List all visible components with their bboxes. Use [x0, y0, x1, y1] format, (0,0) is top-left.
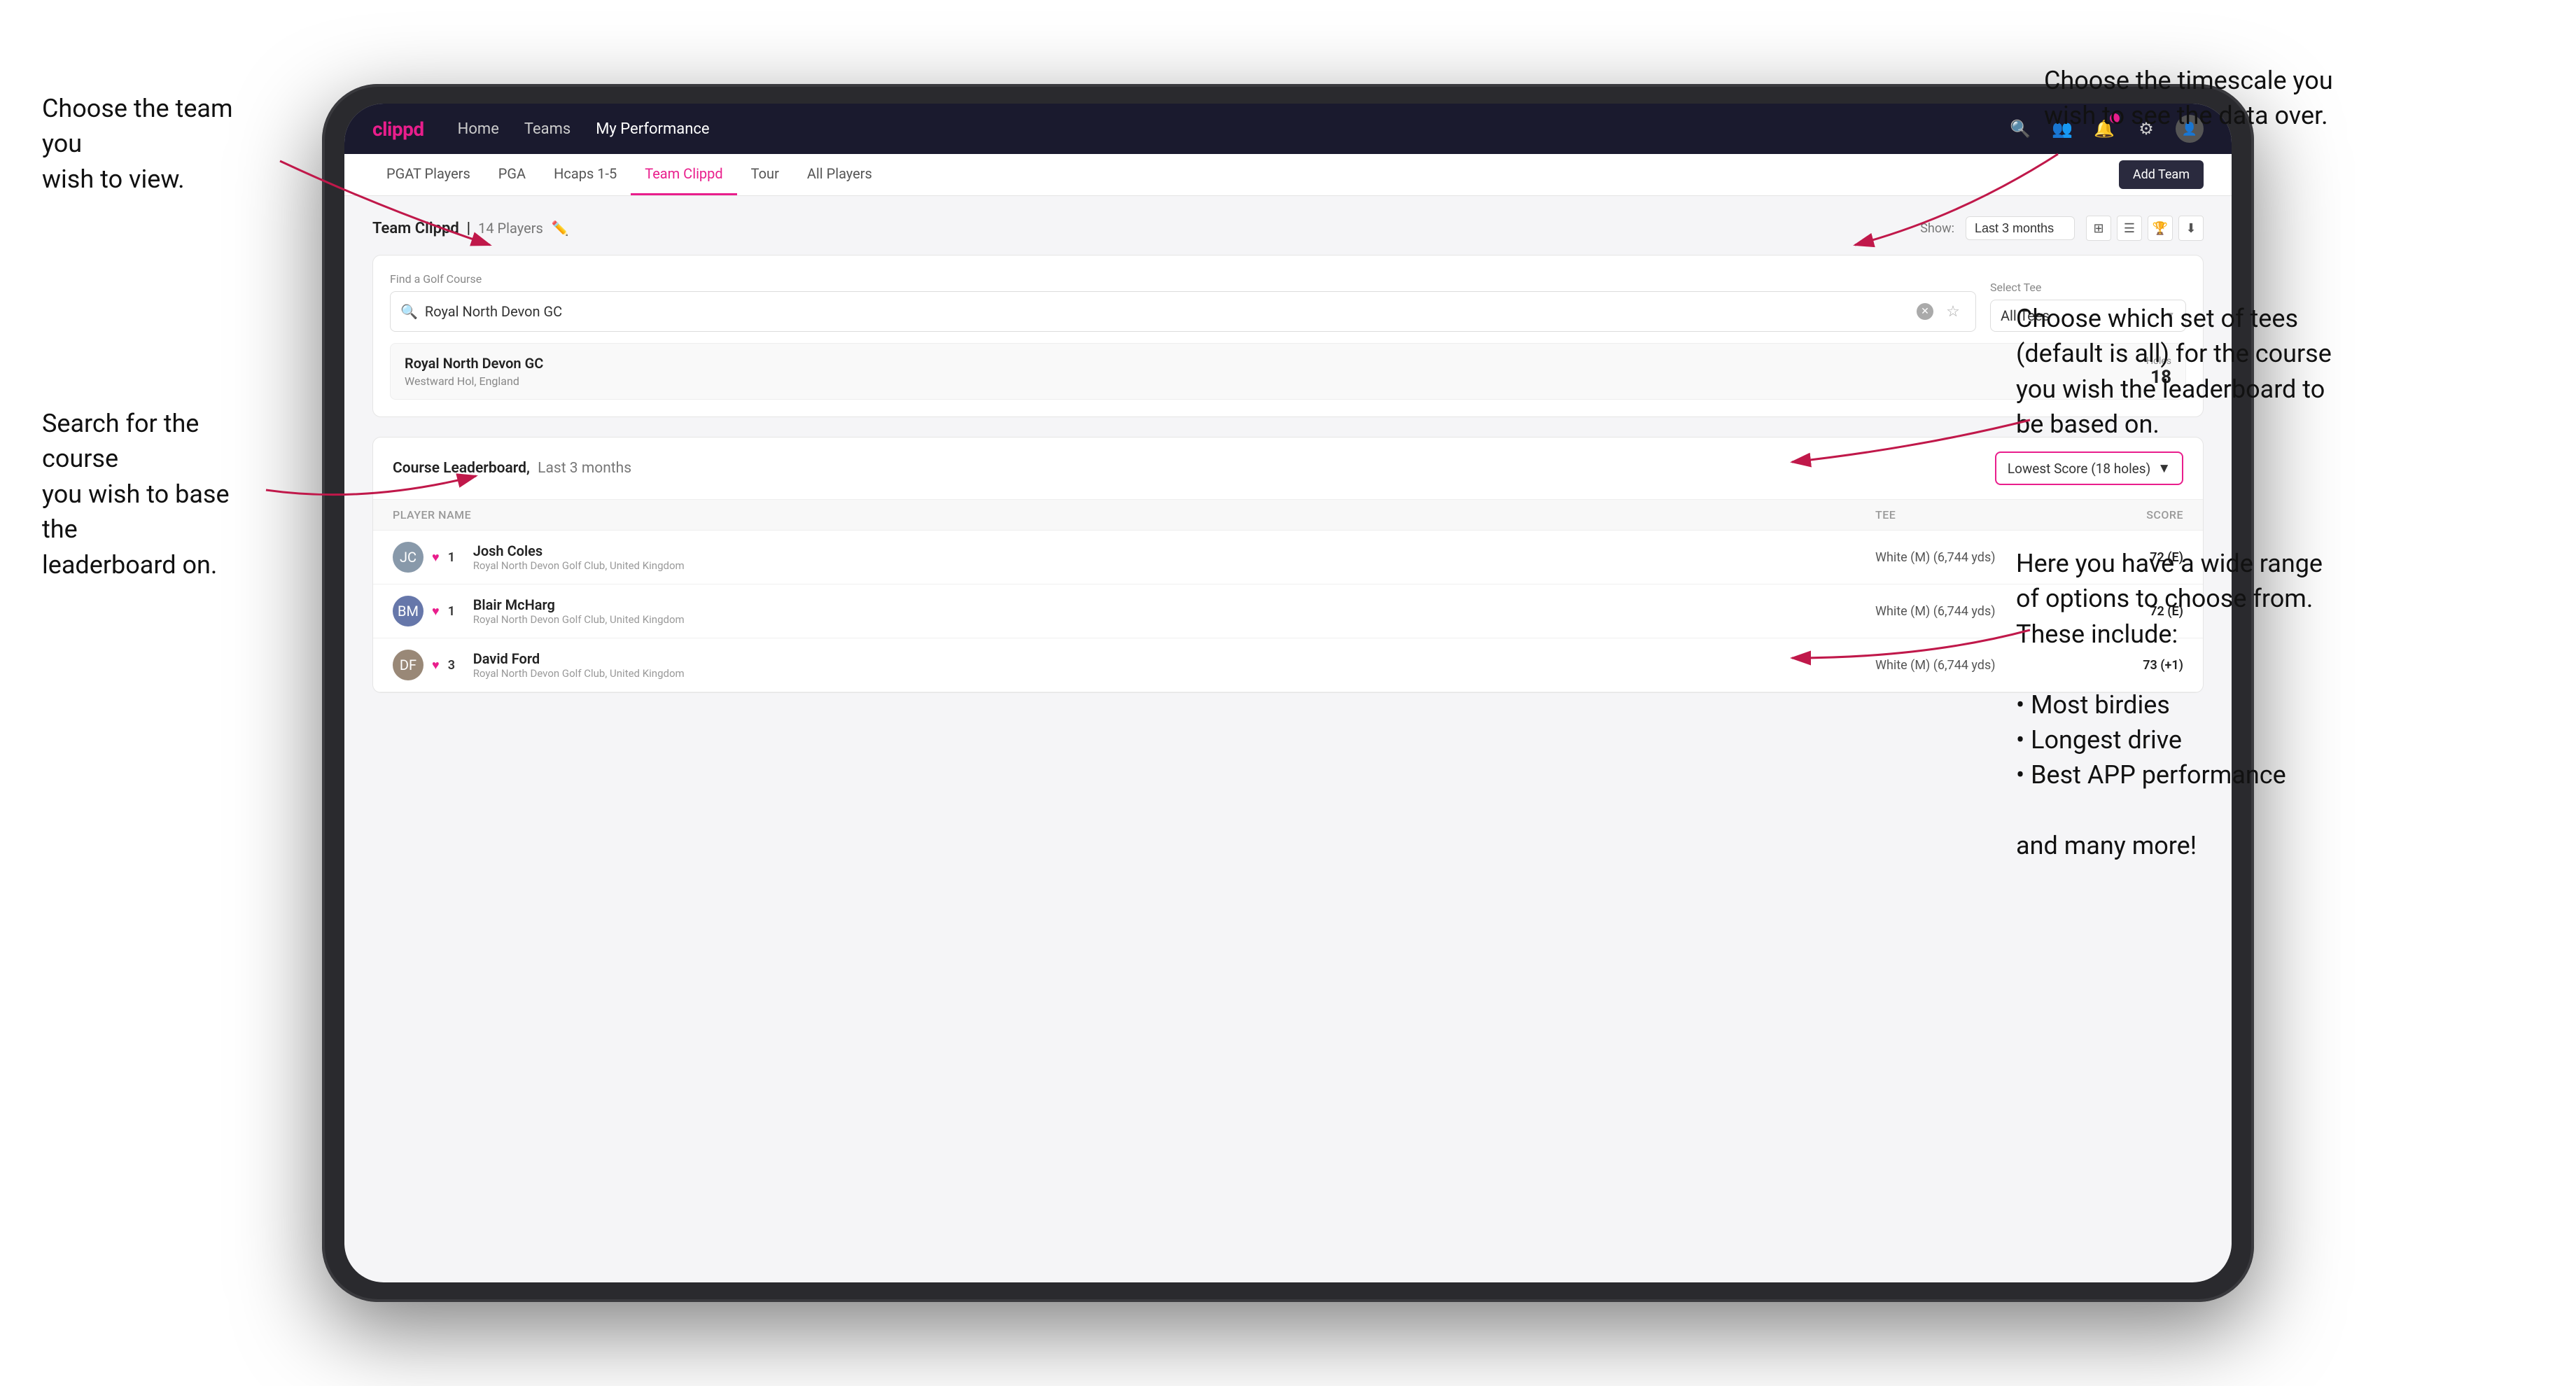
main-content: Team Clippd | 14 Players ✏️ Show: Last 3… — [344, 196, 2232, 1282]
col-score: SCORE — [2085, 508, 2183, 522]
team-name-label: Team Clippd | 14 Players — [372, 220, 543, 237]
course-result: Royal North Devon GC Westward Hol, Engla… — [390, 343, 2186, 400]
sub-nav-pga[interactable]: PGA — [484, 154, 540, 195]
team-header: Team Clippd | 14 Players ✏️ Show: Last 3… — [372, 216, 2204, 241]
team-controls: Show: Last 3 months Last month Last 6 mo… — [1920, 216, 2204, 241]
sub-nav-hcaps[interactable]: Hcaps 1-5 — [540, 154, 631, 195]
player-name-3: David Ford — [473, 650, 685, 667]
search-row: Find a Golf Course 🔍 Royal North Devon G… — [390, 272, 2186, 332]
heart-icon-2[interactable]: ♥ — [432, 604, 440, 619]
annotation-top-left: Choose the team youwish to view. — [42, 91, 266, 197]
add-team-button[interactable]: Add Team — [2119, 160, 2204, 189]
score-type-chevron: ▼ — [2157, 460, 2171, 477]
app-logo: clippd — [372, 118, 424, 141]
table-row: DF ♥ 3 David Ford Royal North Devon Golf… — [373, 638, 2203, 692]
show-label: Show: — [1920, 221, 1954, 236]
player-avatar-3: DF — [393, 650, 424, 680]
player-name-2: Blair McHarg — [473, 596, 685, 613]
nav-home[interactable]: Home — [458, 120, 499, 138]
search-inner-icon: 🔍 — [400, 303, 418, 320]
rank-1: 1 — [448, 550, 465, 565]
heart-icon-1[interactable]: ♥ — [432, 550, 440, 565]
annotation-top-right: Choose the timescale youwish to see the … — [2044, 63, 2333, 134]
rank-2: 1 — [448, 604, 465, 619]
annotation-mid-right-options: Here you have a wide rangeof options to … — [2016, 546, 2323, 864]
nav-my-performance[interactable]: My Performance — [596, 120, 709, 138]
search-icon[interactable]: 🔍 — [2008, 116, 2033, 141]
sub-nav-tour[interactable]: Tour — [737, 154, 793, 195]
table-row: BM ♥ 1 Blair McHarg Royal North Devon Go… — [373, 584, 2203, 638]
sub-nav-all-players[interactable]: All Players — [793, 154, 886, 195]
player-details-3: David Ford Royal North Devon Golf Club, … — [473, 650, 685, 680]
search-group: Find a Golf Course 🔍 Royal North Devon G… — [390, 272, 1976, 332]
annotation-mid-right-tee: Choose which set of tees(default is all)… — [2016, 301, 2332, 442]
table-head: PLAYER NAME TEE SCORE — [373, 500, 2203, 531]
search-clear-button[interactable]: ✕ — [1917, 303, 1933, 320]
find-course-label: Find a Golf Course — [390, 272, 1976, 286]
player-cell-3: DF ♥ 3 David Ford Royal North Devon Golf… — [393, 650, 1875, 680]
player-details-1: Josh Coles Royal North Devon Golf Club, … — [473, 542, 685, 572]
course-search-value: Royal North Devon GC — [425, 303, 1910, 320]
table-head-row: PLAYER NAME TEE SCORE — [373, 500, 2203, 530]
sub-nav-pgat-players[interactable]: PGAT Players — [372, 154, 484, 195]
tablet-screen: clippd Home Teams My Performance 🔍 👥 🔔 ⚙… — [344, 104, 2232, 1282]
download-button[interactable]: ⬇ — [2178, 216, 2204, 241]
player-club-1: Royal North Devon Golf Club, United King… — [473, 559, 685, 572]
player-club-3: Royal North Devon Golf Club, United King… — [473, 667, 685, 680]
app-container: clippd Home Teams My Performance 🔍 👥 🔔 ⚙… — [344, 104, 2232, 1282]
select-tee-label: Select Tee — [1990, 281, 2186, 294]
team-title: Team Clippd | 14 Players ✏️ — [372, 220, 569, 237]
rank-3: 3 — [448, 658, 465, 673]
team-edit-icon[interactable]: ✏️ — [552, 220, 569, 237]
top-nav: clippd Home Teams My Performance 🔍 👥 🔔 ⚙… — [344, 104, 2232, 154]
course-result-info: Royal North Devon GC Westward Hol, Engla… — [405, 355, 543, 388]
view-icons: ⊞ ☰ 🏆 ⬇ — [2086, 216, 2204, 241]
show-select[interactable]: Last 3 months Last month Last 6 months L… — [1966, 216, 2075, 240]
heart-icon-3[interactable]: ♥ — [432, 658, 440, 673]
course-result-location: Westward Hol, England — [405, 374, 543, 388]
player-cell-1: JC ♥ 1 Josh Coles Royal North Devon Golf… — [393, 542, 1875, 573]
col-player-name: PLAYER NAME — [393, 508, 1875, 522]
leaderboard-section: Course Leaderboard, Last 3 months Lowest… — [372, 437, 2204, 693]
course-search-section: Find a Golf Course 🔍 Royal North Devon G… — [372, 255, 2204, 417]
player-club-2: Royal North Devon Golf Club, United King… — [473, 613, 685, 626]
tablet-device: clippd Home Teams My Performance 🔍 👥 🔔 ⚙… — [322, 84, 2254, 1302]
course-result-name: Royal North Devon GC — [405, 355, 543, 372]
player-avatar-1: JC — [393, 542, 424, 573]
player-details-2: Blair McHarg Royal North Devon Golf Club… — [473, 596, 685, 626]
leaderboard-header: Course Leaderboard, Last 3 months Lowest… — [373, 438, 2203, 500]
course-search-input-wrapper[interactable]: 🔍 Royal North Devon GC ✕ ☆ — [390, 291, 1976, 332]
search-star-icon[interactable]: ☆ — [1940, 299, 1966, 324]
grid-view-button[interactable]: ⊞ — [2086, 216, 2111, 241]
trophy-view-button[interactable]: 🏆 — [2148, 216, 2173, 241]
sub-nav: PGAT Players PGA Hcaps 1-5 Team Clippd T… — [344, 154, 2232, 196]
table-body: JC ♥ 1 Josh Coles Royal North Devon Golf… — [373, 531, 2203, 692]
list-view-button[interactable]: ☰ — [2117, 216, 2142, 241]
sub-nav-team-clippd[interactable]: Team Clippd — [631, 154, 736, 195]
table-row: JC ♥ 1 Josh Coles Royal North Devon Golf… — [373, 531, 2203, 584]
score-type-dropdown[interactable]: Lowest Score (18 holes) ▼ — [1995, 451, 2183, 485]
leaderboard-title: Course Leaderboard, Last 3 months — [393, 460, 631, 477]
player-name-1: Josh Coles — [473, 542, 685, 559]
player-cell-2: BM ♥ 1 Blair McHarg Royal North Devon Go… — [393, 596, 1875, 626]
nav-teams[interactable]: Teams — [524, 120, 570, 138]
annotation-mid-left: Search for the courseyou wish to base th… — [42, 406, 266, 582]
nav-links: Home Teams My Performance — [458, 120, 710, 138]
player-avatar-2: BM — [393, 596, 424, 626]
col-tee: TEE — [1875, 508, 2085, 522]
leaderboard-table: PLAYER NAME TEE SCORE JC ♥ — [373, 500, 2203, 692]
